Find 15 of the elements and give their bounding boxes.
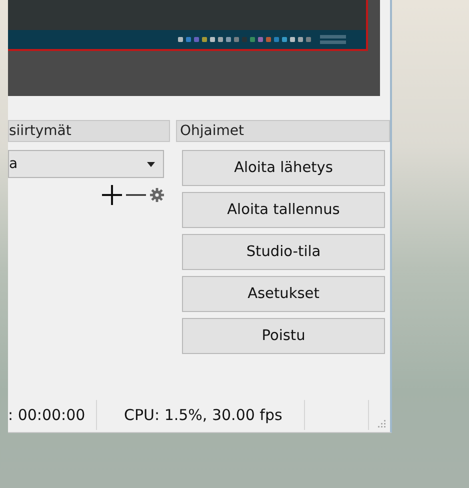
status-text: : 00:00:00 (8, 400, 97, 430)
control-button[interactable]: Aloita tallennus (182, 192, 385, 228)
control-button[interactable]: Aloita lähetys (182, 150, 385, 186)
resize-grip-icon[interactable] (378, 420, 386, 428)
transition-dropdown[interactable]: a (8, 150, 164, 178)
status-text: CPU: 1.5%, 30.00 fps (97, 400, 305, 430)
caret-icon (147, 162, 155, 166)
dock-title: siirtymät (8, 120, 170, 142)
plus-icon[interactable] (102, 185, 122, 205)
minus-icon[interactable] (126, 193, 146, 197)
dock-title: Ohjaimet (176, 120, 390, 142)
settings-icon[interactable] (150, 188, 164, 202)
control-button[interactable]: Poistu (182, 318, 385, 354)
control-button[interactable]: Asetukset (182, 276, 385, 312)
control-button[interactable]: Studio-tila (182, 234, 385, 270)
